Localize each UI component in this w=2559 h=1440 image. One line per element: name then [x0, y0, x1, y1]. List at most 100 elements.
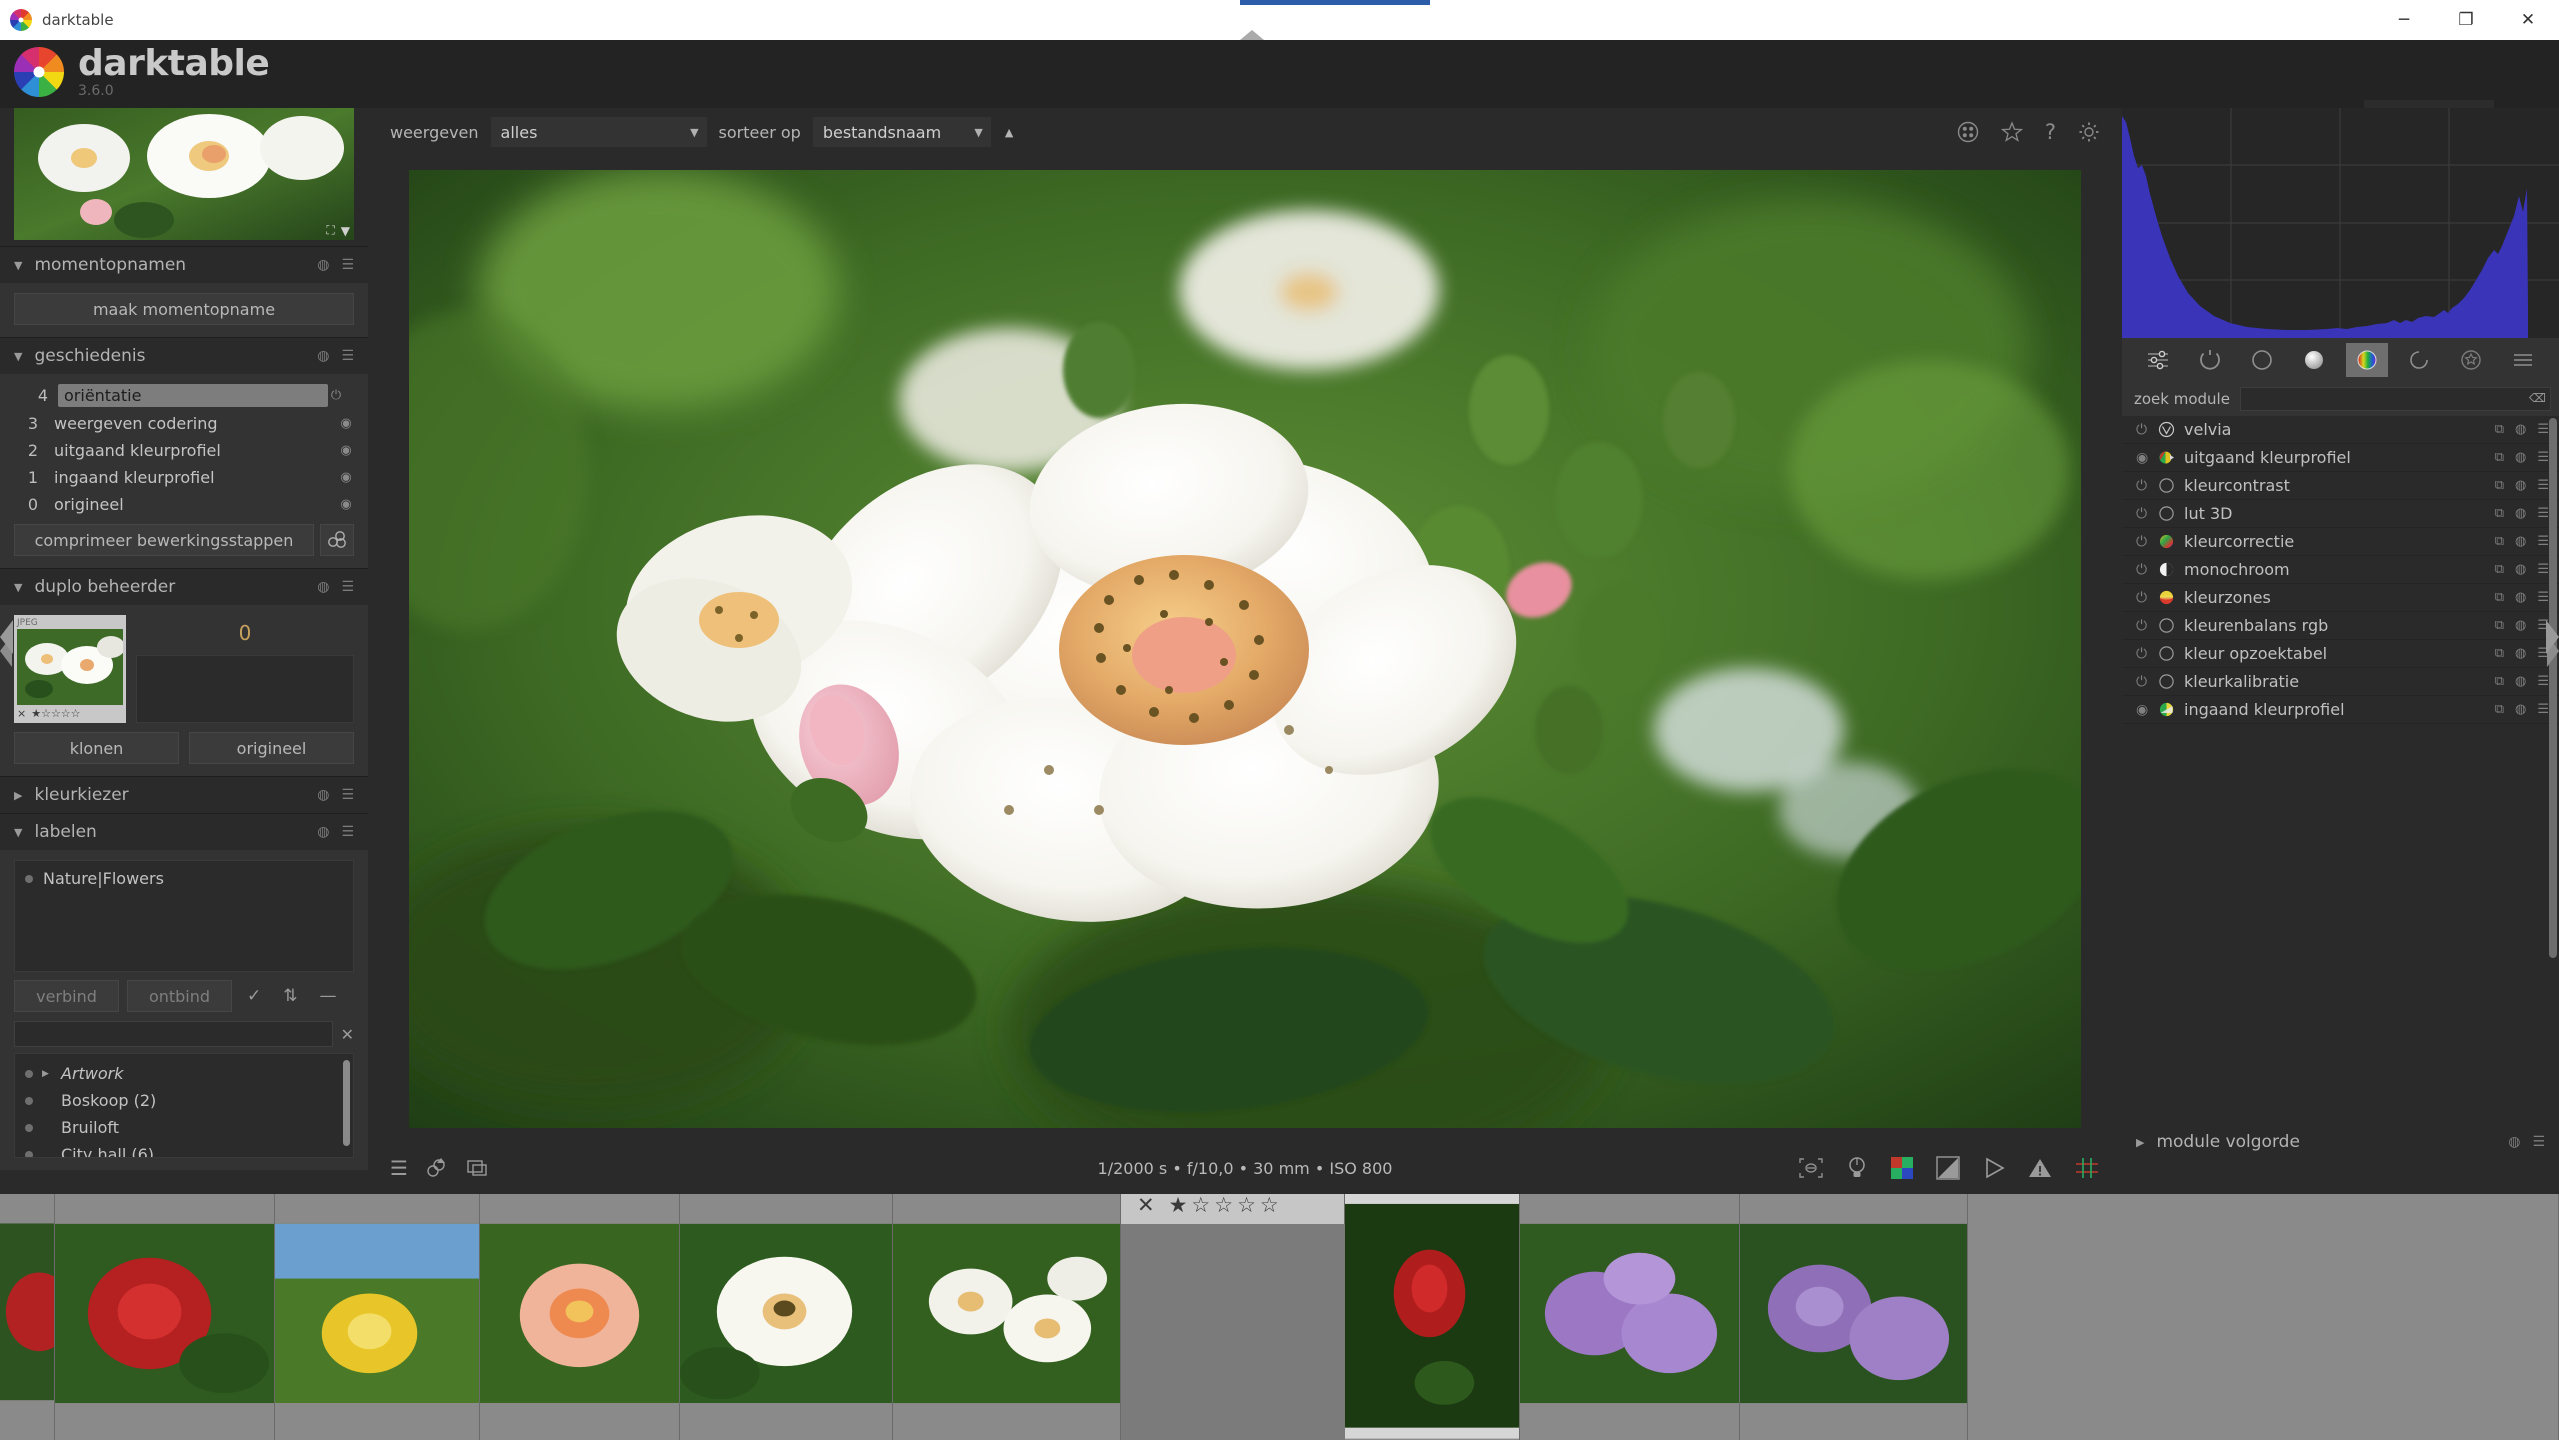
filmstrip-item[interactable] — [1345, 1194, 1520, 1440]
power-icon[interactable]: ⏻ — [2136, 590, 2158, 606]
left-panel-toggle-icon[interactable] — [0, 620, 13, 654]
multi-instance-icon[interactable]: ⧉ — [2495, 618, 2504, 633]
view-filter-select[interactable]: alles ▼ — [490, 117, 707, 147]
reset-icon[interactable]: ◍ — [317, 579, 329, 595]
hamburger-icon[interactable]: ☰ — [390, 1156, 408, 1180]
fit-icon[interactable]: ⛶ — [326, 223, 334, 238]
multi-instance-icon[interactable]: ⧉ — [2495, 506, 2504, 521]
filmstrip-item[interactable] — [1968, 1194, 2559, 1440]
history-header[interactable]: ▼ geschiedenis ◍ ☰ — [0, 338, 368, 374]
tab-color[interactable] — [2345, 343, 2388, 377]
power-icon[interactable]: ⏻ — [2136, 534, 2158, 550]
tag-tree-item[interactable]: Bruiloft — [25, 1114, 343, 1141]
module-row[interactable]: ⏻ velvia ⧉ ◍ ☰ — [2122, 416, 2559, 444]
reset-icon[interactable]: ◍ — [317, 348, 329, 364]
duplicate-thumbnail[interactable]: JPEG × ★☆☆☆☆ — [14, 615, 126, 723]
filmstrip-item[interactable] — [893, 1194, 1121, 1440]
presets-icon[interactable]: ☰ — [2537, 450, 2549, 465]
multi-instance-icon[interactable]: ⧉ — [2495, 562, 2504, 577]
power-icon[interactable]: ⏻ — [2136, 506, 2158, 522]
grid-overlay-icon[interactable] — [1957, 121, 1979, 143]
module-row[interactable]: ◉ uitgaand kleurprofiel ⧉ ◍ ☰ — [2122, 444, 2559, 472]
tab-correction[interactable] — [2398, 343, 2440, 377]
tag-search-input[interactable] — [14, 1021, 333, 1047]
reset-icon[interactable]: ◍ — [2515, 478, 2526, 493]
power-icon[interactable]: ⏻ — [2136, 422, 2158, 438]
multi-instance-icon[interactable]: ⧉ — [2495, 478, 2504, 493]
focus-peaking-icon[interactable] — [1798, 1157, 1824, 1179]
presets-icon[interactable]: ☰ — [2537, 534, 2549, 549]
history-item[interactable]: 1 ingaand kleurprofiel ◉ — [14, 464, 354, 491]
minimize-button[interactable]: ─ — [2373, 0, 2435, 40]
sort-icon[interactable]: ⇅ — [276, 986, 304, 1006]
duplicates-header[interactable]: ▼ duplo beheerder ◍ ☰ — [0, 569, 368, 605]
reset-icon[interactable]: ◍ — [2508, 1134, 2520, 1150]
reset-icon[interactable]: ◍ — [2515, 646, 2526, 661]
create-style-icon[interactable] — [320, 524, 354, 556]
always-on-icon[interactable]: ◉ — [2136, 702, 2158, 718]
gamut-check-icon[interactable] — [2028, 1156, 2052, 1180]
filmstrip[interactable]: ✕ ★☆☆☆☆ — [0, 1194, 2559, 1440]
presets-icon[interactable]: ☰ — [2537, 422, 2549, 437]
close-button[interactable]: ✕ — [2497, 0, 2559, 40]
attached-tag-item[interactable]: Nature|Flowers — [25, 869, 343, 888]
lighttable-bulb-icon[interactable] — [1846, 1156, 1868, 1180]
target-icon[interactable]: ◉ — [338, 497, 354, 512]
colorpicker-header[interactable]: ▶ kleurkiezer ◍ ☰ — [0, 777, 368, 813]
presets-icon[interactable]: ☰ — [2537, 590, 2549, 605]
star-icon[interactable] — [2000, 121, 2023, 143]
tab-grading[interactable] — [2293, 343, 2335, 377]
reset-icon[interactable]: ◍ — [2515, 450, 2526, 465]
display-profile-icon[interactable] — [466, 1157, 488, 1179]
reset-icon[interactable]: ◍ — [2515, 534, 2526, 549]
tab-active-modules[interactable] — [2137, 343, 2179, 377]
history-item[interactable]: 3 weergeven codering ◉ — [14, 410, 354, 437]
histogram[interactable] — [2122, 108, 2559, 338]
power-icon[interactable]: ⏻ — [2136, 562, 2158, 578]
reset-icon[interactable]: ◍ — [317, 257, 329, 273]
detach-tag-button[interactable]: ontbind — [127, 980, 232, 1012]
always-on-icon[interactable]: ◉ — [2136, 450, 2158, 466]
multi-instance-icon[interactable]: ⧉ — [2495, 534, 2504, 549]
guides-icon[interactable] — [2074, 1156, 2100, 1180]
filmstrip-item[interactable] — [275, 1194, 480, 1440]
module-row[interactable]: ⏻ kleur opzoektabel ⧉ ◍ ☰ — [2122, 640, 2559, 668]
reset-icon[interactable]: ◍ — [2515, 674, 2526, 689]
module-row[interactable]: ⏻ monochroom ⧉ ◍ ☰ — [2122, 556, 2559, 584]
attached-tags-list[interactable]: Nature|Flowers — [14, 860, 354, 972]
help-icon[interactable]: ? — [2045, 120, 2056, 144]
raw-overexposed-icon[interactable] — [1890, 1156, 1914, 1180]
create-snapshot-button[interactable]: maak momentopname — [14, 293, 354, 325]
filmstrip-item[interactable] — [680, 1194, 893, 1440]
module-row[interactable]: ⏻ kleurcontrast ⧉ ◍ ☰ — [2122, 472, 2559, 500]
multi-instance-icon[interactable]: ⧉ — [2495, 450, 2504, 465]
reject-icon[interactable]: × — [17, 707, 26, 720]
filmstrip-item[interactable] — [0, 1194, 55, 1440]
module-row[interactable]: ⏻ lut 3D ⧉ ◍ ☰ — [2122, 500, 2559, 528]
presets-icon[interactable]: ☰ — [2537, 562, 2549, 577]
hamburger-icon[interactable]: ☰ — [341, 787, 354, 803]
multi-instance-icon[interactable]: ⧉ — [2495, 702, 2504, 717]
reset-icon[interactable]: ◍ — [2515, 618, 2526, 633]
tab-technical[interactable] — [2241, 343, 2283, 377]
multi-instance-icon[interactable]: ⧉ — [2495, 646, 2504, 661]
hamburger-icon[interactable]: ☰ — [341, 257, 354, 273]
presets-icon[interactable]: ☰ — [2537, 674, 2549, 689]
top-panel-toggle-icon[interactable] — [1240, 30, 1264, 40]
softproof-icon[interactable] — [1982, 1156, 2006, 1180]
presets-icon[interactable]: ☰ — [2537, 702, 2549, 717]
sort-direction-icon[interactable]: ▲ — [1005, 126, 1013, 139]
multi-instance-icon[interactable]: ⧉ — [2495, 590, 2504, 605]
clear-search-icon[interactable]: ⌫ — [2529, 391, 2546, 405]
module-row[interactable]: ⏻ kleurenbalans rgb ⧉ ◍ ☰ — [2122, 612, 2559, 640]
navigation-thumbnail[interactable]: ⛶ ▼ — [14, 108, 354, 240]
image-canvas[interactable] — [368, 156, 2122, 1142]
power-icon[interactable]: ⏻ — [2136, 674, 2158, 690]
filmstrip-item[interactable] — [1740, 1194, 1968, 1440]
history-item[interactable]: 2 uitgaand kleurprofiel ◉ — [14, 437, 354, 464]
power-icon[interactable]: ⏻ — [328, 388, 344, 403]
module-list-scrollbar[interactable] — [2549, 418, 2557, 958]
module-list[interactable]: ⏻ velvia ⧉ ◍ ☰ ◉ uitgaand kleurprofiel ⧉ ◍ ☰… — [2122, 416, 2559, 1114]
reset-icon[interactable]: ◍ — [2515, 562, 2526, 577]
target-icon[interactable]: ◉ — [338, 443, 354, 458]
